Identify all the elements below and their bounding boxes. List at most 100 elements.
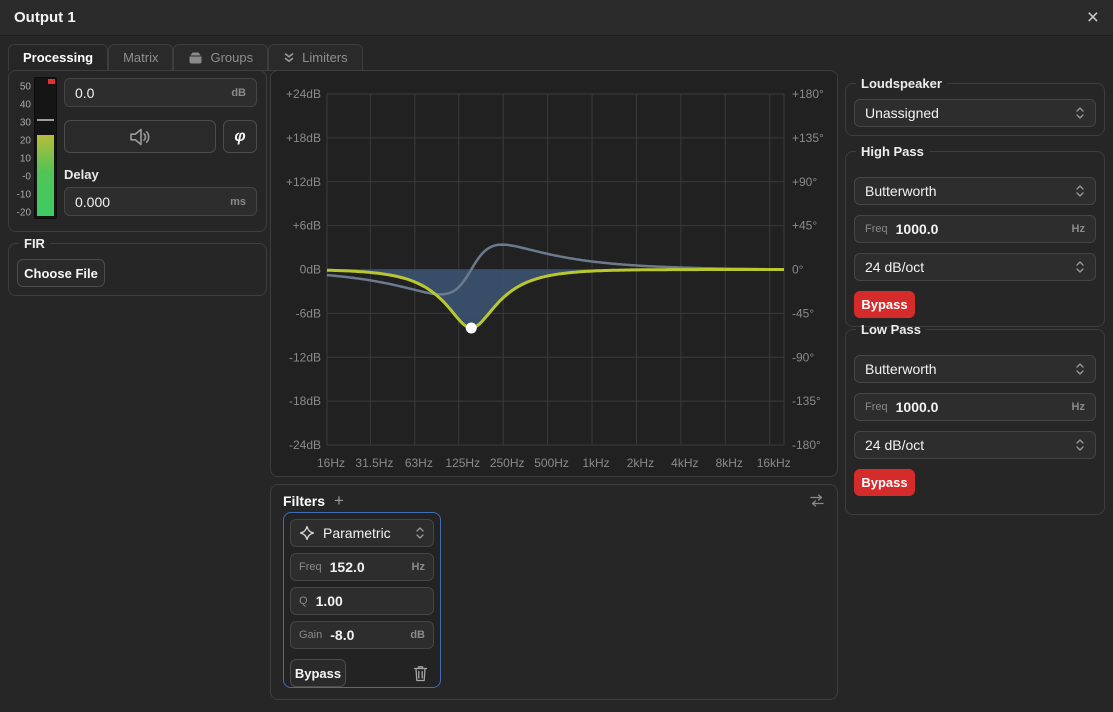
fir-legend: FIR [19,236,50,251]
highpass-slope-select[interactable]: 24 dB/oct [854,253,1096,281]
delay-label: Delay [64,167,99,182]
phase-axis-tick: -135° [792,394,821,408]
delay-value: 0.000 [75,194,222,210]
filter-bypass-button[interactable]: Bypass [290,659,346,687]
filter-freq-label: Freq [299,561,322,573]
gain-input[interactable]: 0.0 dB [64,78,257,107]
highpass-panel: High Pass Butterworth Freq 1000.0 Hz 24 … [845,144,1105,327]
filter-type-value: Parametric [323,525,407,541]
window-title: Output 1 [14,9,76,26]
highpass-freq-label: Freq [865,223,888,235]
parametric-star-icon [299,525,315,541]
filter-gain-value: -8.0 [330,627,402,643]
highpass-slope-value: 24 dB/oct [865,259,1067,275]
loudspeaker-panel: Loudspeaker Unassigned [845,76,1105,136]
db-axis-tick: -6dB [296,306,321,320]
meter-peak-line [37,119,54,121]
magnitude-curve [327,270,784,329]
add-filter-button[interactable]: + [334,492,344,509]
filter-q-label: Q [299,595,308,607]
lowpass-bypass-button[interactable]: Bypass [854,469,915,496]
meter-scale-label: 20 [20,136,31,147]
phase-axis-tick: +45° [792,219,817,233]
filter-type-select[interactable]: Parametric [290,519,434,547]
lowpass-slope-value: 24 dB/oct [865,437,1067,453]
filter-q-input[interactable]: Q 1.00 [290,587,434,615]
gain-value: 0.0 [75,85,223,101]
highpass-type-select[interactable]: Butterworth [854,177,1096,205]
db-axis-tick: +6dB [293,219,321,233]
loudspeaker-select[interactable]: Unassigned [854,99,1096,127]
filter-gain-label: Gain [299,629,322,641]
chevron-up-down-icon [1075,105,1085,121]
speaker-icon [127,127,153,147]
loudspeaker-value: Unassigned [865,105,1067,121]
meter-scale-label: 10 [20,154,31,165]
freq-axis-tick: 500Hz [534,456,569,470]
meter-scale-label: -0 [22,172,31,183]
mute-button[interactable] [64,120,216,153]
lowpass-slope-select[interactable]: 24 dB/oct [854,431,1096,459]
tab-limiters[interactable]: Limiters [268,44,363,71]
freq-axis-tick: 8kHz [716,456,743,470]
tab-groups-label: Groups [210,50,253,65]
swap-arrows-icon[interactable] [809,493,825,513]
db-axis-tick: -12dB [289,350,321,364]
phase-axis-tick: -180° [792,438,821,452]
filters-title: Filters [283,493,325,509]
db-axis-tick: +12dB [286,175,321,189]
freq-axis-tick: 4kHz [671,456,698,470]
highpass-legend: High Pass [856,144,929,159]
filter-handle[interactable] [466,323,477,334]
highpass-freq-unit: Hz [1072,223,1085,235]
tab-matrix[interactable]: Matrix [108,44,173,71]
trash-icon[interactable] [413,665,428,682]
highpass-freq-value: 1000.0 [896,221,1064,237]
chevron-up-down-icon [415,525,425,541]
freq-axis-tick: 125Hz [445,456,480,470]
tab-processing[interactable]: Processing [8,44,108,71]
lowpass-type-select[interactable]: Butterworth [854,355,1096,383]
delay-input[interactable]: 0.000 ms [64,187,257,216]
phase-axis-tick: +135° [792,131,824,145]
level-meter [34,77,57,219]
meter-clip-indicator [48,79,55,84]
phase-icon: φ [234,128,245,146]
freq-axis-tick: 16kHz [757,456,791,470]
freq-axis-tick: 1kHz [582,456,609,470]
eq-graph-panel[interactable]: +24dB+18dB+12dB+6dB0dB-6dB-12dB-18dB-24d… [270,70,838,477]
close-icon[interactable]: × [1087,7,1099,28]
meter-scale-label: -10 [17,190,31,201]
choose-file-button[interactable]: Choose File [17,259,105,287]
fir-panel: FIR Choose File [8,236,267,296]
filter-card[interactable]: Parametric Freq 152.0 Hz Q 1.00 Gain -8.… [283,512,441,688]
loudspeaker-legend: Loudspeaker [856,76,947,91]
filter-freq-input[interactable]: Freq 152.0 Hz [290,553,434,581]
lowpass-freq-input[interactable]: Freq 1000.0 Hz [854,393,1096,421]
db-axis-tick: -24dB [289,438,321,452]
lowpass-freq-unit: Hz [1072,401,1085,413]
meter-scale-label: 40 [20,100,31,111]
lowpass-freq-label: Freq [865,401,888,413]
filter-gain-unit: dB [410,629,425,641]
db-axis-tick: 0dB [300,263,321,277]
meter-scale-label: 50 [20,82,31,93]
eq-graph[interactable]: +24dB+18dB+12dB+6dB0dB-6dB-12dB-18dB-24d… [271,71,837,476]
freq-axis-tick: 250Hz [490,456,525,470]
lowpass-type-value: Butterworth [865,361,1067,377]
highpass-freq-input[interactable]: Freq 1000.0 Hz [854,215,1096,243]
highpass-bypass-button[interactable]: Bypass [854,291,915,318]
phase-axis-tick: -90° [792,350,814,364]
phase-button[interactable]: φ [223,120,257,153]
freq-axis-tick: 2kHz [627,456,654,470]
meter-scale-label: 30 [20,118,31,129]
filter-gain-input[interactable]: Gain -8.0 dB [290,621,434,649]
tab-processing-label: Processing [23,50,93,65]
freq-axis-tick: 31.5Hz [355,456,393,470]
highpass-type-value: Butterworth [865,183,1067,199]
filter-freq-unit: Hz [412,561,425,573]
tab-groups[interactable]: Groups [173,44,268,71]
tab-limiters-label: Limiters [302,50,348,65]
titlebar: Output 1 × [0,0,1113,36]
tab-matrix-label: Matrix [123,50,158,65]
